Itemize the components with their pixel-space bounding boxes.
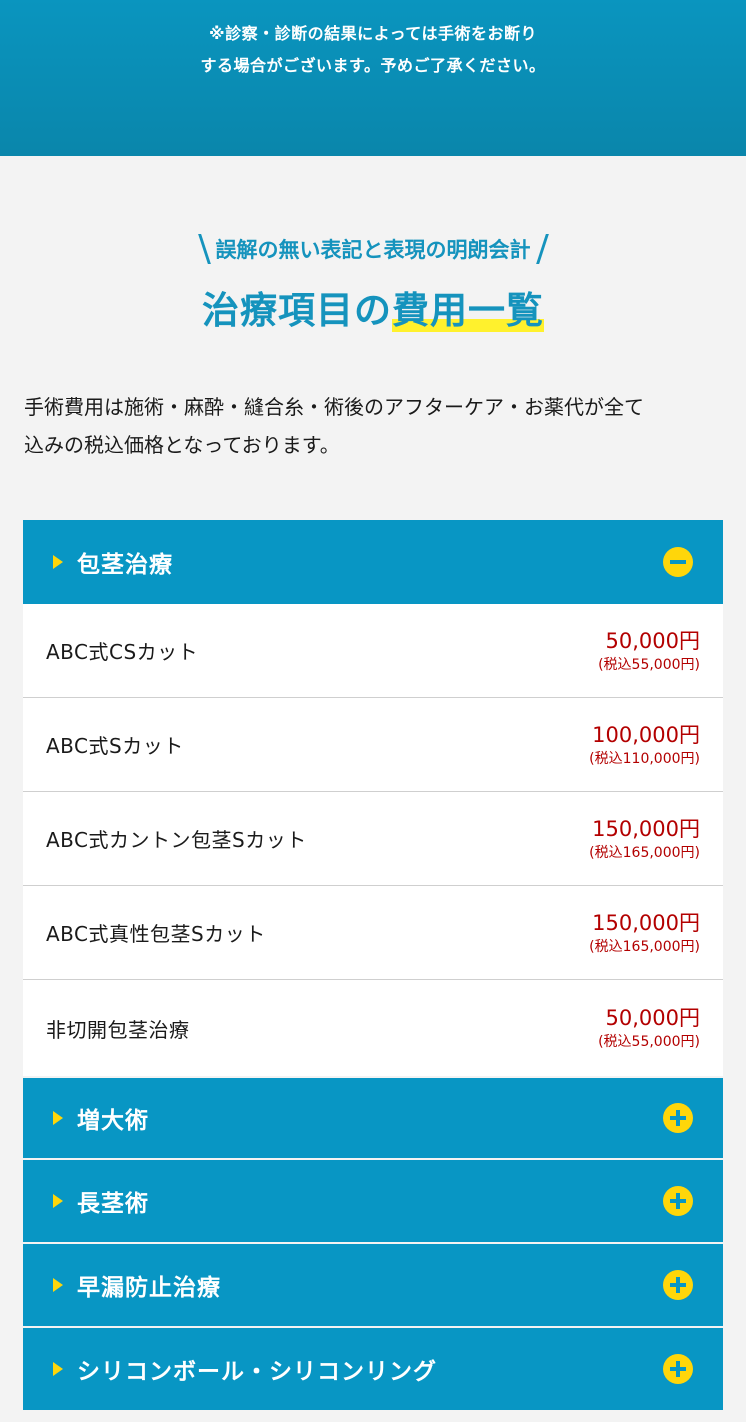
- price: 150,000円: [592, 816, 700, 841]
- page-title-highlight: 費用一覧: [392, 289, 544, 332]
- notice-banner: ※診察・診断の結果によっては手術をお断り する場合がございます。予めご了承くださ…: [0, 0, 746, 156]
- triangle-icon: [53, 1194, 63, 1208]
- category-label: 包茎治療: [77, 552, 173, 578]
- page-title: 治療項目の費用一覧: [0, 286, 746, 336]
- item-name: ABC式カントン包茎Sカット: [46, 828, 307, 852]
- slash-decoration: [197, 234, 211, 264]
- price-box: 100,000円 (税込110,000円): [589, 721, 700, 769]
- minus-circle-icon[interactable]: [663, 547, 693, 577]
- notice-line-1: ※診察・診断の結果によっては手術をお断り: [209, 24, 537, 43]
- category-header-silicone[interactable]: シリコンボール・シリコンリング: [23, 1328, 723, 1412]
- section-heading: 誤解の無い表記と表現の明朗会計 治療項目の費用一覧: [0, 156, 746, 336]
- plus-circle-icon[interactable]: [663, 1186, 693, 1216]
- notice-line-2: する場合がございます。予めご了承ください。: [200, 56, 546, 75]
- triangle-icon: [53, 1278, 63, 1292]
- price-row: ABC式CSカット 50,000円 (税込55,000円): [23, 604, 723, 698]
- price-box: 50,000円 (税込55,000円): [598, 627, 700, 675]
- price: 150,000円: [592, 910, 700, 935]
- intro-line-2: 込みの税込価格となっております。: [24, 433, 340, 457]
- item-name: ABC式Sカット: [46, 734, 184, 758]
- category-label: 長茎術: [77, 1191, 149, 1217]
- category-label: 早漏防止治療: [77, 1275, 221, 1301]
- item-name: 非切開包茎治療: [46, 1017, 190, 1042]
- price-with-tax: (税込55,000円): [598, 1034, 700, 1050]
- plus-circle-icon[interactable]: [663, 1354, 693, 1384]
- price-row: ABC式カントン包茎Sカット 150,000円 (税込165,000円): [23, 792, 723, 886]
- price-with-tax: (税込55,000円): [598, 656, 700, 673]
- category-label: シリコンボール・シリコンリング: [77, 1359, 437, 1385]
- plus-circle-icon[interactable]: [663, 1103, 693, 1133]
- price-row: ABC式真性包茎Sカット 150,000円 (税込165,000円): [23, 886, 723, 980]
- price-row: ABC式Sカット 100,000円 (税込110,000円): [23, 698, 723, 792]
- triangle-icon: [53, 1362, 63, 1376]
- plus-circle-icon[interactable]: [663, 1270, 693, 1300]
- category-header-premature[interactable]: 早漏防止治療: [23, 1244, 723, 1328]
- intro-line-1: 手術費用は施術・麻酔・縫合糸・術後のアフターケア・お薬代が全て: [24, 395, 644, 419]
- price-box: 150,000円 (税込165,000円): [589, 909, 700, 957]
- price-list: 包茎治療 ABC式CSカット 50,000円 (税込55,000円) ABC式S…: [23, 520, 723, 1412]
- subcopy: 誤解の無い表記と表現の明朗会計: [193, 234, 554, 264]
- price: 50,000円: [605, 1006, 700, 1030]
- slash-decoration: [535, 234, 549, 264]
- category-label: 増大術: [77, 1108, 149, 1134]
- price-with-tax: (税込110,000円): [589, 750, 700, 767]
- category-header-phimosis[interactable]: 包茎治療: [23, 520, 723, 604]
- category-header-enlargement[interactable]: 増大術: [23, 1076, 723, 1160]
- subcopy-text: 誤解の無い表記と表現の明朗会計: [215, 238, 531, 262]
- price-box: 150,000円 (税込165,000円): [589, 815, 700, 863]
- price: 100,000円: [592, 722, 700, 747]
- triangle-icon: [53, 1111, 63, 1125]
- price: 50,000円: [605, 628, 700, 653]
- intro-text: 手術費用は施術・麻酔・縫合糸・術後のアフターケア・お薬代が全て 込みの税込価格と…: [24, 388, 722, 464]
- price-with-tax: (税込165,000円): [589, 938, 700, 955]
- category-header-lengthening[interactable]: 長茎術: [23, 1160, 723, 1244]
- item-name: ABC式CSカット: [46, 640, 199, 664]
- item-name: ABC式真性包茎Sカット: [46, 922, 266, 946]
- page-title-part-1: 治療項目の: [202, 289, 392, 332]
- price-box: 50,000円 (税込55,000円): [598, 1004, 700, 1052]
- price-with-tax: (税込165,000円): [589, 844, 700, 861]
- category-items: ABC式CSカット 50,000円 (税込55,000円) ABC式Sカット 1…: [23, 604, 723, 1076]
- price-row: 非切開包茎治療 50,000円 (税込55,000円): [23, 980, 723, 1076]
- triangle-icon: [53, 555, 63, 569]
